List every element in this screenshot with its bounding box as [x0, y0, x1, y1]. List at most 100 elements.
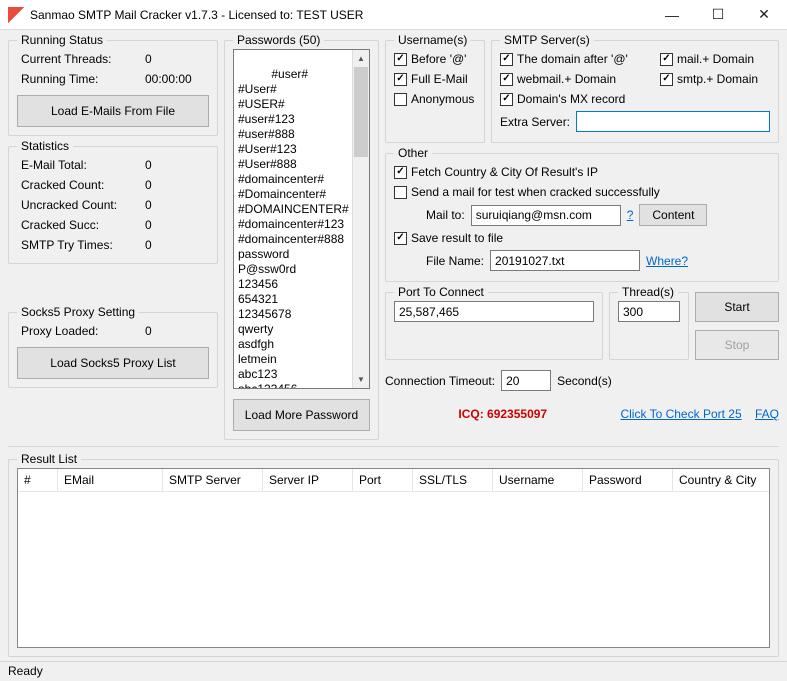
- faq-link[interactable]: FAQ: [755, 407, 779, 421]
- smtp-try-value: 0: [145, 238, 205, 252]
- passwords-items: #user# #User# #USER# #user#123 #user#888…: [238, 67, 349, 389]
- file-name-label: File Name:: [426, 254, 484, 268]
- send-mail-test-label: Send a mail for test when cracked succes…: [411, 185, 660, 199]
- mail-domain-checkbox[interactable]: [660, 53, 673, 66]
- statistics-group: Statistics E-Mail Total:0 Cracked Count:…: [8, 146, 218, 264]
- scrollbar[interactable]: ▲ ▼: [352, 50, 369, 388]
- maximize-button[interactable]: ☐: [695, 0, 741, 30]
- col-email[interactable]: EMail: [58, 469, 163, 491]
- scroll-down-icon[interactable]: ▼: [353, 371, 369, 388]
- fetch-country-checkbox[interactable]: [394, 166, 407, 179]
- statistics-title: Statistics: [17, 139, 73, 153]
- smtp-servers-group: SMTP Server(s) The domain after '@' webm…: [491, 40, 779, 143]
- usernames-title: Username(s): [394, 33, 471, 47]
- table-body: [18, 492, 769, 647]
- timeout-label: Connection Timeout:: [385, 374, 495, 388]
- cracked-succ-label: Cracked Succ:: [21, 218, 99, 232]
- col-port[interactable]: Port: [353, 469, 413, 491]
- stop-button[interactable]: Stop: [695, 330, 779, 360]
- passwords-group: Passwords (50) #user# #User# #USER# #use…: [224, 40, 379, 440]
- load-emails-button[interactable]: Load E-Mails From File: [17, 95, 209, 127]
- mx-record-checkbox[interactable]: [500, 93, 513, 106]
- before-at-label: Before '@': [411, 52, 466, 66]
- threads-title: Thread(s): [618, 285, 678, 299]
- send-mail-test-checkbox[interactable]: [394, 186, 407, 199]
- usernames-group: Username(s) Before '@' Full E-Mail Anony…: [385, 40, 485, 143]
- other-title: Other: [394, 146, 432, 160]
- email-total-label: E-Mail Total:: [21, 158, 87, 172]
- mail-to-label: Mail to:: [426, 208, 465, 222]
- before-at-checkbox[interactable]: [394, 53, 407, 66]
- save-result-checkbox[interactable]: [394, 232, 407, 245]
- mail-help-link[interactable]: ?: [627, 208, 634, 222]
- check-port-link[interactable]: Click To Check Port 25: [620, 407, 741, 421]
- minimize-button[interactable]: —: [649, 0, 695, 30]
- col-password[interactable]: Password: [583, 469, 673, 491]
- proxy-loaded-label: Proxy Loaded:: [21, 324, 98, 338]
- col-num[interactable]: #: [18, 469, 58, 491]
- smtp-try-label: SMTP Try Times:: [21, 238, 113, 252]
- icq-label: ICQ: 692355097: [458, 407, 547, 421]
- statusbar: Ready: [0, 661, 787, 681]
- webmail-label: webmail.+ Domain: [517, 72, 616, 86]
- col-ssl[interactable]: SSL/TLS: [413, 469, 493, 491]
- uncracked-count-label: Uncracked Count:: [21, 198, 117, 212]
- titlebar: Sanmao SMTP Mail Cracker v1.7.3 - Licens…: [0, 0, 787, 30]
- threads-group: Thread(s): [609, 292, 689, 360]
- load-more-password-button[interactable]: Load More Password: [233, 399, 370, 431]
- port-title: Port To Connect: [394, 285, 488, 299]
- timeout-input[interactable]: [501, 370, 551, 391]
- window-title: Sanmao SMTP Mail Cracker v1.7.3 - Licens…: [30, 8, 649, 22]
- passwords-title: Passwords (50): [233, 33, 324, 47]
- table-header: # EMail SMTP Server Server IP Port SSL/T…: [18, 469, 769, 492]
- extra-server-input[interactable]: [576, 111, 770, 132]
- running-time-value: 00:00:00: [145, 72, 205, 86]
- anonymous-checkbox[interactable]: [394, 93, 407, 106]
- running-status-group: Running Status Current Threads: 0 Runnin…: [8, 40, 218, 136]
- col-server-ip[interactable]: Server IP: [263, 469, 353, 491]
- where-link[interactable]: Where?: [646, 254, 688, 268]
- result-table[interactable]: # EMail SMTP Server Server IP Port SSL/T…: [17, 468, 770, 648]
- content-button[interactable]: Content: [639, 204, 707, 226]
- uncracked-count-value: 0: [145, 198, 205, 212]
- email-total-value: 0: [145, 158, 205, 172]
- col-smtp[interactable]: SMTP Server: [163, 469, 263, 491]
- fetch-country-label: Fetch Country & City Of Result's IP: [411, 165, 598, 179]
- close-button[interactable]: ✕: [741, 0, 787, 30]
- result-list-group: Result List # EMail SMTP Server Server I…: [8, 459, 779, 657]
- scroll-up-icon[interactable]: ▲: [353, 50, 369, 67]
- smtp-domain-checkbox[interactable]: [660, 73, 673, 86]
- full-email-checkbox[interactable]: [394, 73, 407, 86]
- proxy-loaded-value: 0: [145, 324, 205, 338]
- cracked-succ-value: 0: [145, 218, 205, 232]
- socks5-title: Socks5 Proxy Setting: [17, 305, 139, 319]
- port-group: Port To Connect: [385, 292, 603, 360]
- passwords-listbox[interactable]: #user# #User# #USER# #user#123 #user#888…: [233, 49, 370, 389]
- anonymous-label: Anonymous: [411, 92, 474, 106]
- start-button[interactable]: Start: [695, 292, 779, 322]
- load-socks5-button[interactable]: Load Socks5 Proxy List: [17, 347, 209, 379]
- full-email-label: Full E-Mail: [411, 72, 468, 86]
- mail-to-input[interactable]: [471, 205, 621, 226]
- running-status-title: Running Status: [17, 33, 107, 47]
- mail-domain-label: mail.+ Domain: [677, 52, 754, 66]
- other-group: Other Fetch Country & City Of Result's I…: [385, 153, 779, 282]
- scroll-thumb[interactable]: [354, 67, 368, 157]
- app-icon: [8, 7, 24, 23]
- smtp-domain-label: smtp.+ Domain: [677, 72, 758, 86]
- domain-after-at-label: The domain after '@': [517, 52, 628, 66]
- domain-after-at-checkbox[interactable]: [500, 53, 513, 66]
- extra-server-label: Extra Server:: [500, 115, 570, 129]
- webmail-checkbox[interactable]: [500, 73, 513, 86]
- running-time-label: Running Time:: [21, 72, 98, 86]
- threads-input[interactable]: [618, 301, 680, 322]
- current-threads-label: Current Threads:: [21, 52, 112, 66]
- save-result-label: Save result to file: [411, 231, 503, 245]
- port-input[interactable]: [394, 301, 594, 322]
- file-name-input[interactable]: [490, 250, 640, 271]
- socks5-group: Socks5 Proxy Setting Proxy Loaded:0 Load…: [8, 312, 218, 388]
- col-country[interactable]: Country & City: [673, 469, 769, 491]
- current-threads-value: 0: [145, 52, 205, 66]
- result-list-title: Result List: [17, 452, 81, 466]
- col-username[interactable]: Username: [493, 469, 583, 491]
